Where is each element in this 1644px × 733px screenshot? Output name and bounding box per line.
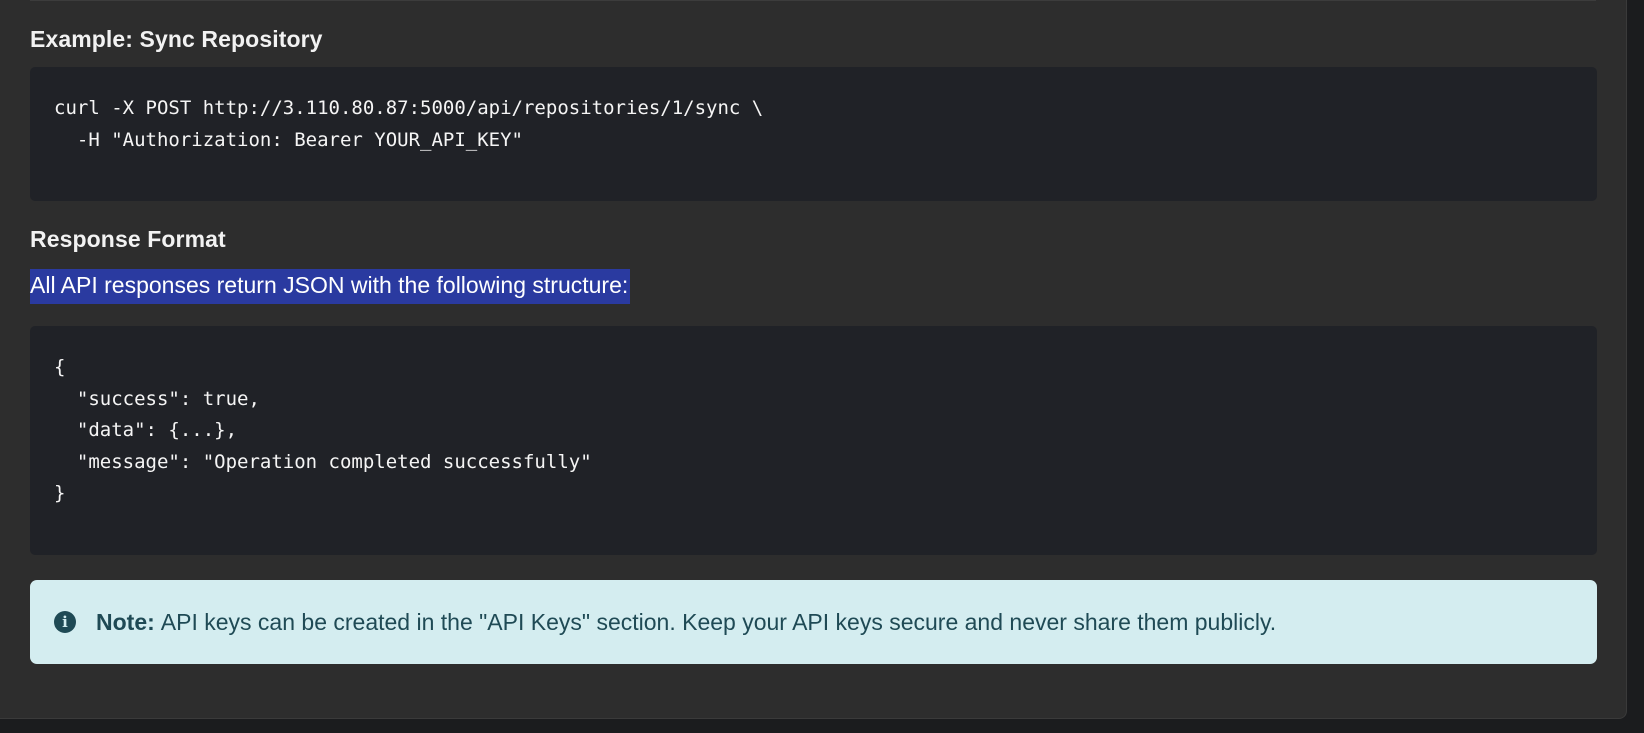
note-label: Note: xyxy=(96,608,155,635)
info-note-alert: i Note: API keys can be created in the "A… xyxy=(30,580,1597,664)
response-code-block[interactable]: { "success": true, "data": {...}, "messa… xyxy=(30,326,1597,555)
note-message: API keys can be created in the "API Keys… xyxy=(160,608,1277,635)
response-format-intro[interactable]: All API responses return JSON with the f… xyxy=(30,269,631,304)
info-circle-icon: i xyxy=(54,611,76,633)
sync-code-text[interactable]: curl -X POST http://3.110.80.87:5000/api… xyxy=(54,93,1597,156)
api-docs-card: Example: Sync Repository curl -X POST ht… xyxy=(0,0,1627,719)
divider xyxy=(30,0,1596,1)
note-text-container: Note: API keys can be created in the "API… xyxy=(96,609,1276,636)
page: Example: Sync Repository curl -X POST ht… xyxy=(0,0,1644,733)
sync-code-block[interactable]: curl -X POST http://3.110.80.87:5000/api… xyxy=(30,67,1597,201)
response-code-text[interactable]: { "success": true, "data": {...}, "messa… xyxy=(54,352,1597,510)
response-format-heading: Response Format xyxy=(30,226,226,252)
sync-example-heading: Example: Sync Repository xyxy=(30,26,323,52)
